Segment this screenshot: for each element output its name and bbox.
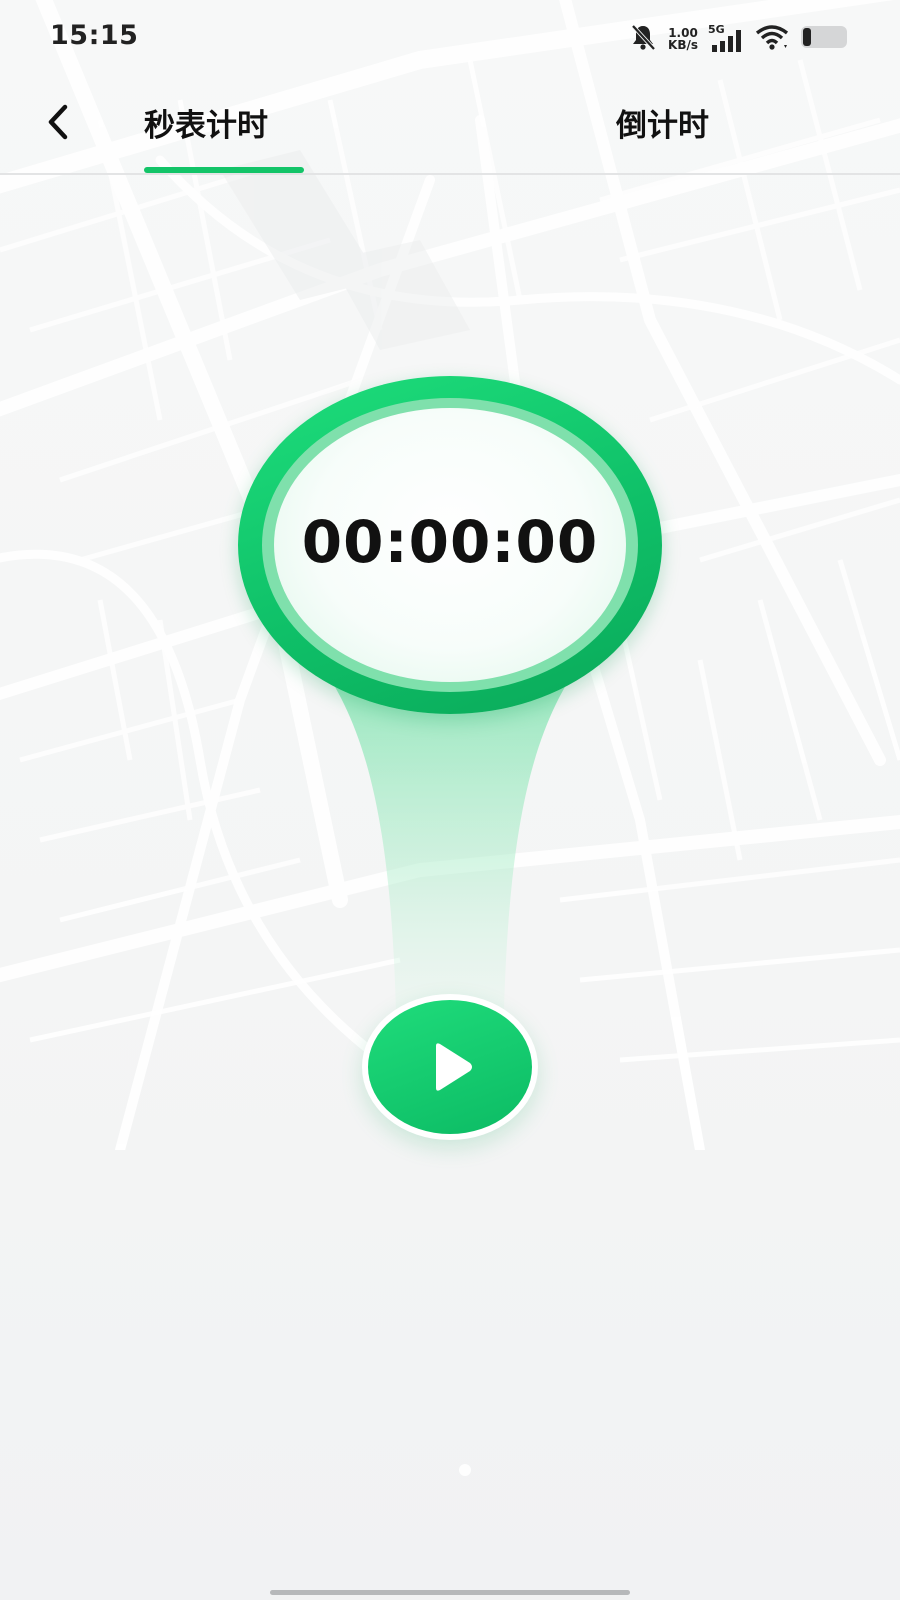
timer-display: 00:00:00 [301, 508, 599, 576]
timer-ring: 00:00:00 [238, 376, 662, 714]
battery-icon [800, 24, 850, 54]
chevron-left-icon [48, 104, 68, 140]
status-icons: 1.00 KB/s 5G [628, 22, 850, 56]
tab-stopwatch[interactable]: 秒表计时 [144, 100, 268, 145]
net-speed-unit: KB/s [668, 38, 698, 52]
bell-muted-icon [628, 22, 658, 56]
net-speed: 1.00 KB/s [668, 27, 698, 51]
home-indicator[interactable] [270, 1590, 630, 1595]
play-button[interactable] [362, 994, 538, 1140]
play-icon [436, 1043, 472, 1091]
nav-header: 秒表计时 倒计时 [0, 78, 900, 175]
status-time: 15:15 [50, 20, 139, 51]
play-button-face [368, 1000, 532, 1134]
status-bar: 15:15 1.00 KB/s 5G [0, 0, 900, 78]
timer-face: 00:00:00 [274, 408, 626, 682]
tab-countdown[interactable]: 倒计时 [616, 100, 709, 145]
wifi-icon [754, 23, 790, 55]
tab-active-indicator [144, 167, 304, 173]
back-button[interactable] [30, 94, 86, 150]
page-indicator-dot [459, 1464, 471, 1476]
signal-icon: 5G [708, 23, 744, 53]
